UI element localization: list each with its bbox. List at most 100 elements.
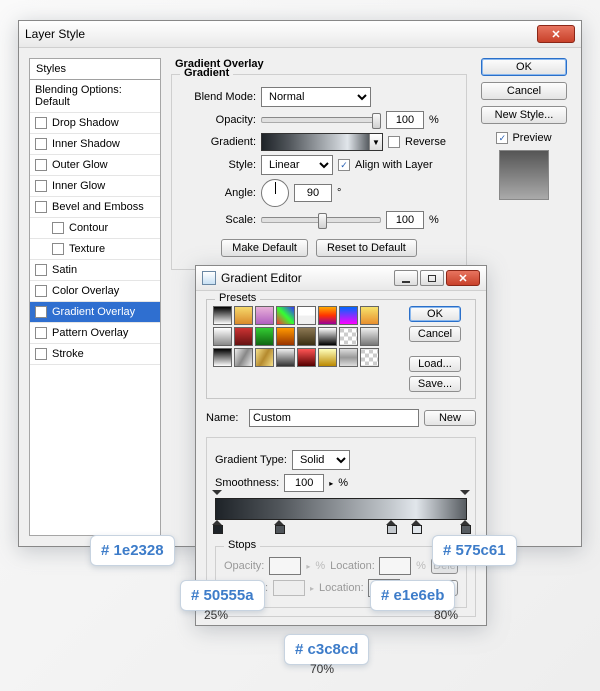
reverse-label: Reverse [405,136,446,148]
preset-swatch[interactable] [276,327,295,346]
preset-swatch[interactable] [339,348,358,367]
style-item-bevel-and-emboss[interactable]: Bevel and Emboss [30,197,160,218]
new-button[interactable]: New [424,410,476,426]
cancel-button[interactable]: Cancel [481,82,567,100]
styles-header[interactable]: Styles [30,59,160,80]
color-stop[interactable] [386,520,396,532]
reverse-checkbox[interactable] [388,136,400,148]
style-item-contour[interactable]: Contour [30,218,160,239]
minimize-button[interactable] [394,270,418,286]
color-stop[interactable] [411,520,421,532]
preset-swatch[interactable] [213,327,232,346]
annotation-pct: 80% [434,608,458,622]
style-item-texture[interactable]: Texture [30,239,160,260]
style-item-inner-shadow[interactable]: Inner Shadow [30,134,160,155]
ok-button[interactable]: OK [481,58,567,76]
angle-dial[interactable] [261,179,289,207]
annotation-hex: # 50555a [180,580,265,611]
editor-cancel-button[interactable]: Cancel [409,326,461,342]
style-checkbox[interactable] [35,348,47,360]
annotation-hex: # e1e6eb [370,580,455,611]
editor-ok-button[interactable]: OK [409,306,461,322]
style-checkbox[interactable] [35,306,47,318]
style-checkbox[interactable] [35,264,47,276]
opacity-stop[interactable] [460,487,470,497]
style-checkbox[interactable] [35,201,47,213]
color-stop[interactable] [212,520,222,532]
style-item-inner-glow[interactable]: Inner Glow [30,176,160,197]
reset-default-button[interactable]: Reset to Default [316,239,417,257]
titlebar[interactable]: Layer Style ✕ [19,21,581,48]
scale-input[interactable] [386,211,424,229]
right-panel: OK Cancel New Style... Preview [477,58,571,536]
preset-swatch[interactable] [339,306,358,325]
scale-slider[interactable] [261,217,381,223]
preset-swatch[interactable] [318,327,337,346]
make-default-button[interactable]: Make Default [221,239,308,257]
style-checkbox[interactable] [52,243,64,255]
style-checkbox[interactable] [52,222,64,234]
close-button[interactable]: ✕ [537,25,575,43]
preset-swatch[interactable] [255,348,274,367]
gradient-bar[interactable] [215,498,467,520]
preset-swatch[interactable] [339,327,358,346]
preset-swatch[interactable] [276,348,295,367]
preset-swatch[interactable] [213,306,232,325]
smooth-input[interactable] [284,474,324,492]
style-item-drop-shadow[interactable]: Drop Shadow [30,113,160,134]
style-item-outer-glow[interactable]: Outer Glow [30,155,160,176]
style-checkbox[interactable] [35,180,47,192]
color-stop[interactable] [460,520,470,532]
angle-input[interactable] [294,184,332,202]
style-item-gradient-overlay[interactable]: Gradient Overlay [30,302,160,323]
style-item-pattern-overlay[interactable]: Pattern Overlay [30,323,160,344]
new-style-button[interactable]: New Style... [481,106,567,124]
color-stop[interactable] [274,520,284,532]
opacity-slider[interactable] [261,117,381,123]
opacity-label: Opacity: [184,114,256,126]
style-checkbox[interactable] [35,159,47,171]
style-checkbox[interactable] [35,117,47,129]
editor-load-button[interactable]: Load... [409,356,461,372]
preset-swatch[interactable] [276,306,295,325]
blend-mode-select[interactable]: Normal [261,87,371,107]
editor-titlebar[interactable]: Gradient Editor ✕ [196,266,486,291]
scale-label: Scale: [184,214,256,226]
blending-options[interactable]: Blending Options: Default [30,80,160,113]
preset-swatch[interactable] [360,306,379,325]
opacity-input[interactable] [386,111,424,129]
preset-swatch[interactable] [297,327,316,346]
preset-swatch[interactable] [234,306,253,325]
preview-checkbox[interactable] [496,132,508,144]
preset-grid[interactable] [213,306,379,367]
maximize-button[interactable] [420,270,444,286]
gradient-picker[interactable]: ▼ [261,133,383,151]
style-item-stroke[interactable]: Stroke [30,344,160,365]
preset-swatch[interactable] [234,348,253,367]
preset-swatch[interactable] [318,348,337,367]
style-select[interactable]: Linear [261,155,333,175]
preset-swatch[interactable] [297,348,316,367]
style-checkbox[interactable] [35,285,47,297]
opacity-stop[interactable] [212,487,222,497]
style-checkbox[interactable] [35,327,47,339]
preset-swatch[interactable] [360,327,379,346]
annotation-pct: 25% [204,608,228,622]
style-checkbox[interactable] [35,138,47,150]
preset-swatch[interactable] [360,348,379,367]
type-select[interactable]: Solid [292,450,350,470]
editor-save-button[interactable]: Save... [409,376,461,392]
align-checkbox[interactable] [338,159,350,171]
preset-swatch[interactable] [255,306,274,325]
preset-swatch[interactable] [213,348,232,367]
style-item-color-overlay[interactable]: Color Overlay [30,281,160,302]
preset-swatch[interactable] [318,306,337,325]
app-icon [202,271,216,285]
preset-swatch[interactable] [297,306,316,325]
preset-swatch[interactable] [234,327,253,346]
preset-swatch[interactable] [255,327,274,346]
name-input[interactable] [249,409,419,427]
styles-panel: Styles Blending Options: Default Drop Sh… [29,58,161,536]
editor-close-button[interactable]: ✕ [446,270,480,286]
style-item-satin[interactable]: Satin [30,260,160,281]
